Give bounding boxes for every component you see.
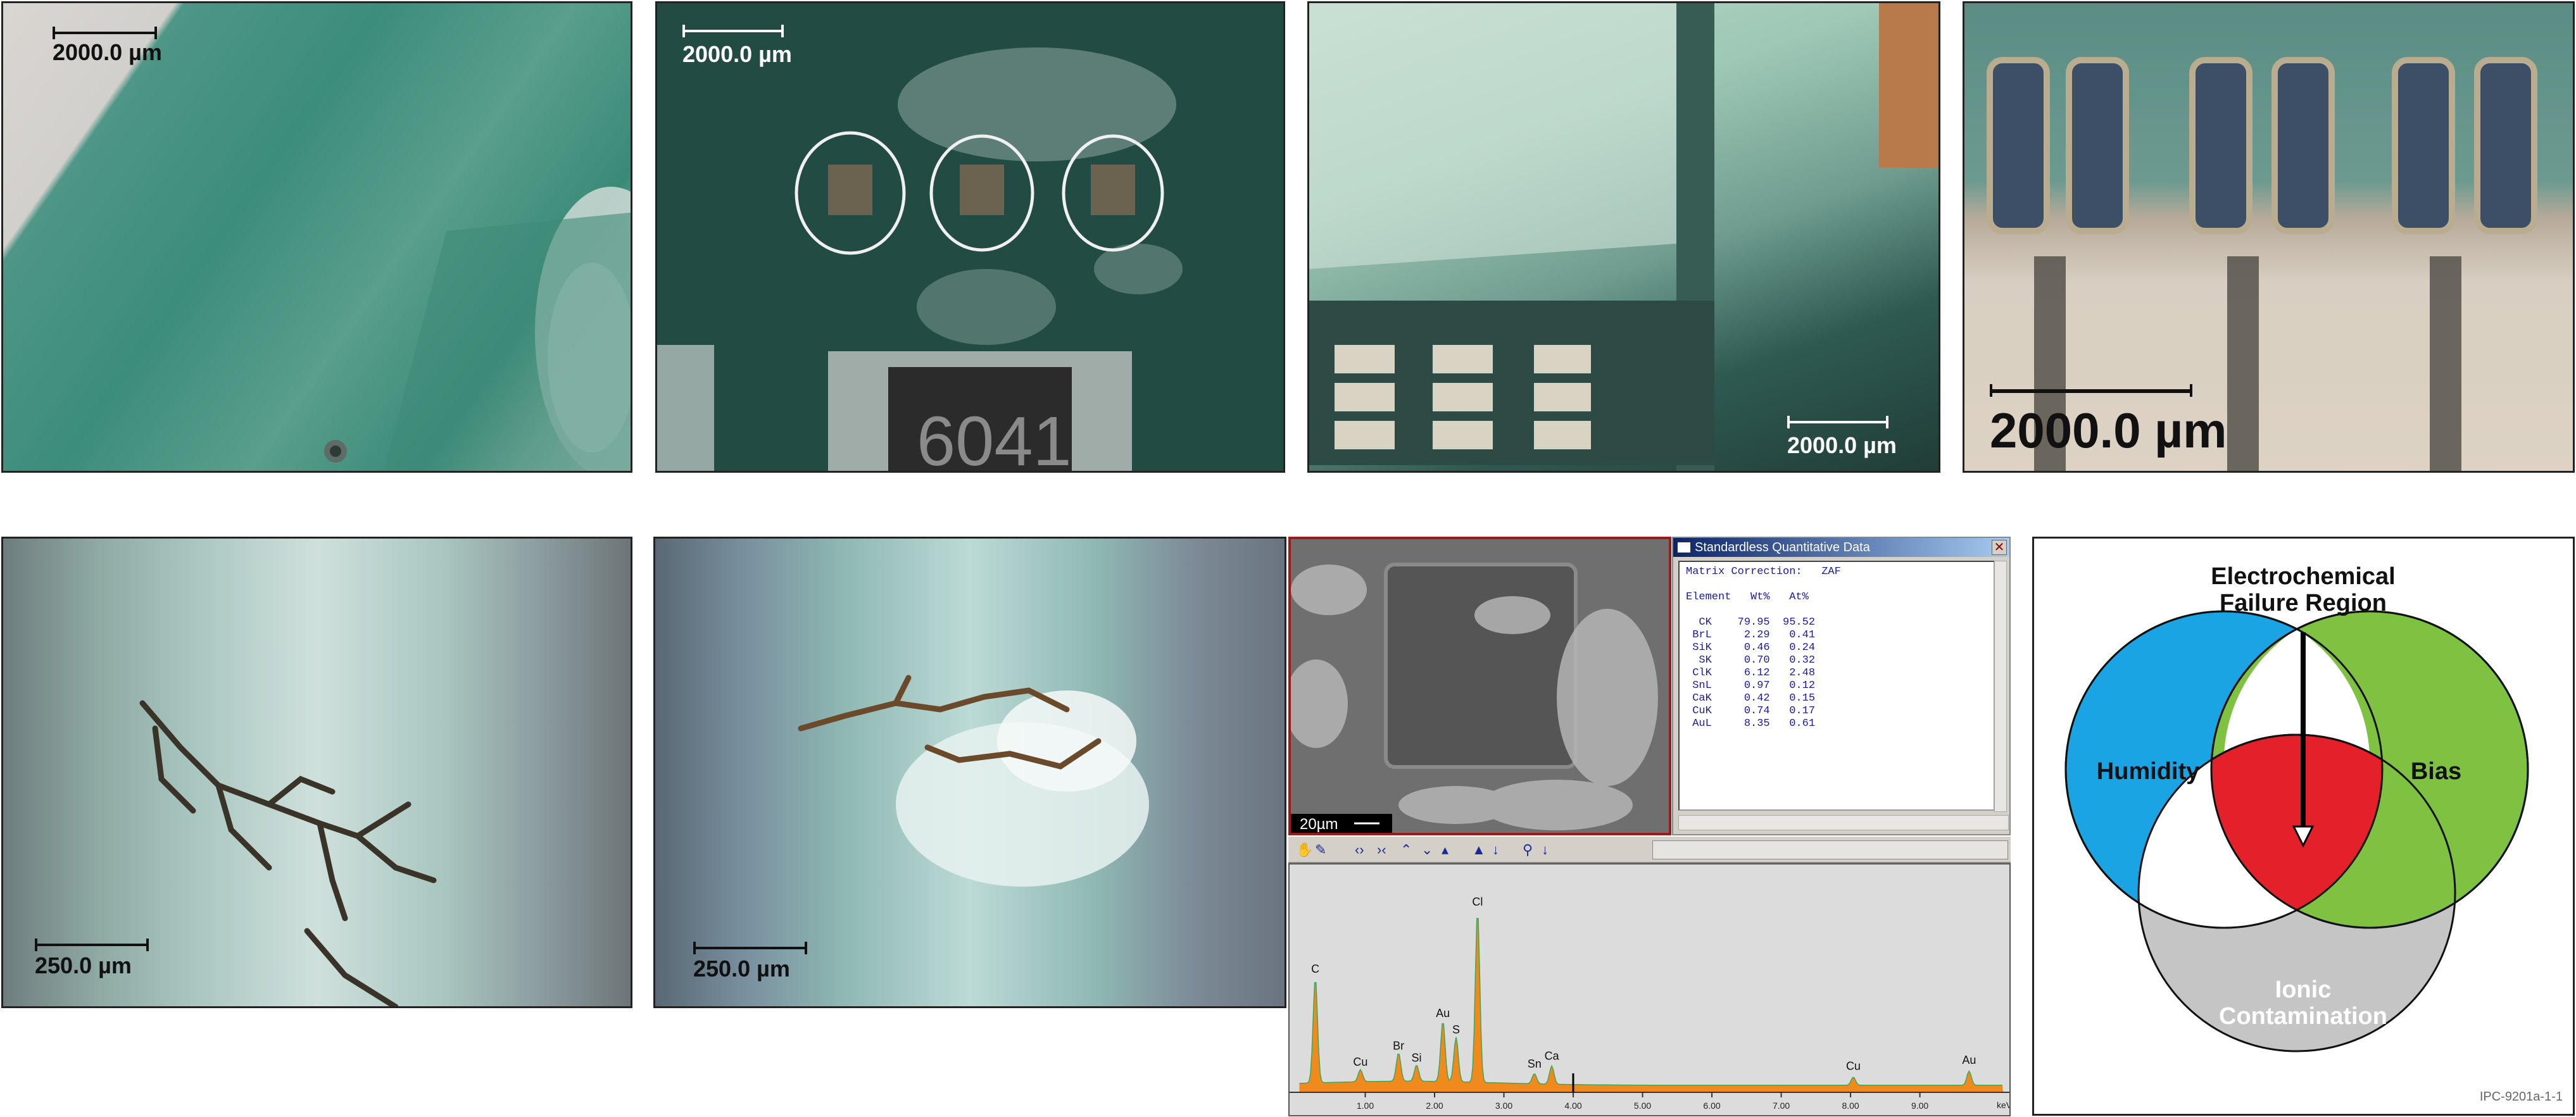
x-tick-label: 6.00 (1703, 1101, 1720, 1111)
close-icon[interactable]: ✕ (1992, 540, 2007, 555)
x-tick-label: 8.00 (1842, 1101, 1859, 1111)
component-art (1309, 3, 1938, 471)
table-row: SK 0.70 0.32 (1686, 654, 1816, 666)
peak-label: S (1452, 1023, 1460, 1036)
peak-label: Ca (1545, 1049, 1560, 1062)
compress-icon[interactable]: ›‹ (1377, 842, 1386, 858)
resistor-marking: 6041 (917, 402, 1072, 473)
peak-label: Cl (1472, 895, 1483, 908)
table-row: SnL 0.97 0.12 (1686, 680, 1816, 692)
id-peak-icon[interactable]: ▲ (1472, 842, 1486, 858)
x-tick-label: 3.00 (1495, 1101, 1512, 1111)
x-unit-label: keV (1997, 1100, 2009, 1110)
board-edge-art (324, 187, 631, 471)
sem-scale-label: 20µm (1300, 816, 1338, 833)
table-row: CuK 0.74 0.17 (1686, 705, 1816, 717)
eds-spectrum-chart: CCuBrSiAuSClSnCaCu Au 1.00 2.00 3.00 4.00 5.0… (1290, 895, 2009, 1111)
peak-label: Cu (1846, 1059, 1861, 1072)
spectrum-area (1299, 918, 2003, 1092)
scale-label: 2000.0 µm (682, 41, 792, 67)
venn-title-line1: Electrochemical (2211, 563, 2395, 590)
spectrum-outline (1299, 918, 2002, 1086)
spectrum-toolbar: ✋ ✎ ‹› ›‹ ⌃ ⌄ ▴ ▲ ↓ ⚲ ↓ (1288, 835, 2011, 863)
vertical-scrollbar[interactable] (1994, 561, 2007, 812)
zoom-icon[interactable]: ⚲ (1523, 842, 1533, 858)
horizontal-scrollbar[interactable] (1678, 815, 2009, 830)
window-title: Standardless Quantitative Data (1695, 540, 1870, 554)
zoom-down-icon[interactable]: ↓ (1542, 842, 1549, 858)
peak-label: C (1311, 963, 1319, 975)
figure-caption: IPC-9201a-1-1 (2480, 1090, 2563, 1104)
x-tick-label: 7.00 (1773, 1101, 1790, 1111)
peak-label: Br (1393, 1039, 1404, 1052)
peak-label: Cu (1353, 1056, 1367, 1068)
photo-contamination-residue: 250.0 µm (653, 537, 1286, 1008)
x-tick-label: 9.00 (1911, 1101, 1928, 1111)
photo-corroded-leads: 2000.0 µm (1963, 1, 2575, 473)
table-row: ClK 6.12 2.48 (1686, 667, 1816, 679)
sem-image: 20µm (1288, 537, 1671, 835)
venn-title-line2: Failure Region (2220, 590, 2387, 616)
hand-icon[interactable]: ✋ (1296, 842, 1313, 858)
up-icon[interactable]: ⌃ (1400, 842, 1412, 858)
dendrite-art (139, 700, 437, 1006)
venn-diagram: Electrochemical Failure Region Humidity … (2064, 563, 2563, 1104)
eds-spectrum-panel: C Cu Br Si Au S Cl Sn Ca Cu Au 1.00 2.00 3.00 4.00 5.0… (1288, 863, 2011, 1116)
scale-label: 250.0 µm (693, 956, 790, 982)
down-icon[interactable]: ⌄ (1421, 842, 1433, 858)
photo-dendrite-growth: 250.0 µm (1, 537, 632, 1008)
scale-label: 2000.0 µm (1990, 402, 2227, 458)
table-row: CaK 0.42 0.15 (1686, 692, 1816, 704)
table-row: CK 79.95 95.52 (1686, 616, 1816, 628)
scale-label: 2000.0 µm (1787, 432, 1897, 458)
quant-results-text: Matrix Correction: ZAF Element Wt% At% C… (1678, 561, 1995, 811)
table-row: AuL 8.35 0.61 (1686, 718, 1816, 730)
x-tick-label: 5.00 (1634, 1101, 1651, 1111)
x-tick-label: 4.00 (1564, 1101, 1581, 1111)
scale-label: 250.0 µm (35, 952, 132, 978)
ionic-label-line2: Contamination (2219, 1003, 2387, 1030)
residue-art (798, 675, 1149, 887)
venn-diagram-panel: Electrochemical Failure Region Humidity … (2032, 537, 2575, 1116)
photo-component-leads: 2000.0 µm (1307, 1, 1940, 473)
table-row: SiK 0.46 0.24 (1686, 642, 1816, 654)
sem-art: 20µm (1291, 539, 1669, 833)
table-row: BrL 2.29 0.41 (1686, 629, 1816, 641)
peak-label: Si (1412, 1052, 1422, 1064)
peak-label: Sn (1528, 1058, 1542, 1070)
pads-art: 6041 (657, 47, 1183, 473)
toolbar-field[interactable] (1652, 840, 2008, 859)
expand-icon[interactable]: ‹› (1355, 842, 1364, 858)
x-tick-label: 2.00 (1426, 1101, 1443, 1111)
peak-label: Au (1962, 1054, 1976, 1066)
arrow-down-icon[interactable]: ↓ (1492, 842, 1499, 858)
humidity-label: Humidity (2097, 758, 2200, 785)
x-tick-label: 1.00 (1357, 1101, 1374, 1111)
window-icon (1677, 542, 1691, 553)
photo-board-edge: 2000.0 µm (1, 1, 632, 473)
photo-pads-resistor: 6041 2000.0 µm (655, 1, 1285, 473)
peak-icon[interactable]: ▴ (1442, 842, 1448, 858)
matrix-correction-line: Matrix Correction: ZAF (1686, 566, 1841, 578)
ionic-label-line1: Ionic (2275, 977, 2332, 1003)
scale-label: 2000.0 µm (53, 39, 162, 65)
window-titlebar[interactable]: Standardless Quantitative Data ✕ (1673, 538, 2009, 557)
table-header: Element Wt% At% (1686, 591, 1809, 603)
peak-label: Au (1436, 1007, 1450, 1020)
bias-label: Bias (2411, 758, 2461, 785)
pen-icon[interactable]: ✎ (1315, 842, 1326, 858)
quant-data-window: Standardless Quantitative Data ✕ Matrix … (1672, 537, 2011, 835)
